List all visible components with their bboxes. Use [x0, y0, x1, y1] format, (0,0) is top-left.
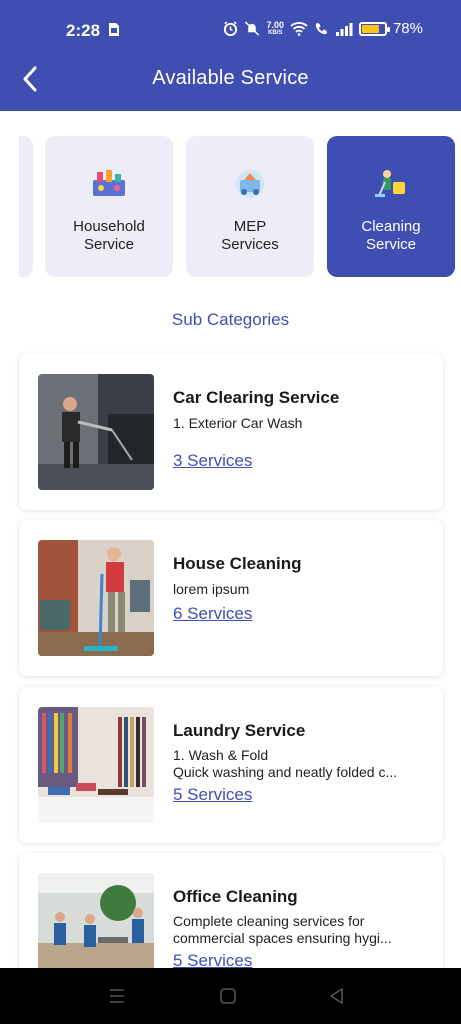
service-count-link[interactable]: 6 Services — [173, 604, 252, 624]
service-description: commercial spaces ensuring hygi... — [173, 930, 392, 946]
battery-percent: 78% — [392, 20, 423, 37]
speed-value: 7.00 — [266, 19, 284, 30]
service-image — [38, 540, 154, 656]
category-label: MEP Services — [221, 218, 279, 253]
category-label: Cleaning Service — [361, 218, 421, 253]
status-bar: 2:28 7.00 KB/S 78% — [0, 0, 461, 47]
service-description: 1. Exterior Car Wash — [173, 415, 303, 431]
service-description: Quick washing and neatly folded c... — [173, 764, 398, 780]
network-speed: 7.00 KB/S — [266, 19, 284, 37]
category-card-mep[interactable]: MEP Services — [186, 136, 314, 277]
wifi-icon — [290, 21, 308, 36]
service-card-laundry[interactable]: Laundry Service 1. Wash & Fold Quick was… — [19, 687, 443, 843]
sub-categories-heading: Sub Categories — [171, 310, 290, 329]
service-title: Car Clearing Service — [173, 388, 340, 407]
service-card-car[interactable]: Car Clearing Service 1. Exterior Car Was… — [19, 354, 443, 510]
mute-icon — [245, 21, 260, 36]
signal-icon — [335, 22, 353, 36]
wifi-calling-icon — [315, 22, 328, 35]
service-count-link[interactable]: 3 Services — [173, 451, 252, 471]
speed-unit: KB/S — [268, 29, 283, 36]
service-title: Laundry Service — [173, 721, 306, 740]
cleaning-icon — [375, 170, 405, 197]
alarm-icon — [224, 21, 238, 36]
page-title: Available Service — [152, 67, 309, 89]
system-nav-bar — [0, 968, 461, 1024]
service-title: Office Cleaning — [173, 887, 298, 906]
service-image — [38, 374, 154, 490]
service-description: 1. Wash & Fold — [173, 747, 269, 763]
back-nav-icon[interactable] — [327, 986, 347, 1006]
category-card-cleaning[interactable]: Cleaning Service — [327, 136, 455, 277]
status-time: 2:28 — [66, 21, 101, 40]
service-description: lorem ipsum — [173, 581, 250, 597]
household-icon — [93, 170, 125, 196]
category-card-partial[interactable] — [19, 136, 33, 277]
menu-icon[interactable] — [107, 986, 127, 1006]
service-title: House Cleaning — [173, 554, 302, 573]
category-label: Household Service — [73, 218, 145, 253]
home-icon[interactable] — [218, 986, 238, 1006]
service-count-link[interactable]: 5 Services — [173, 785, 252, 805]
category-card-household[interactable]: Household Service — [45, 136, 173, 277]
category-carousel[interactable]: Household Service MEP Services Cleaning … — [0, 136, 461, 278]
service-image — [38, 707, 154, 823]
battery-icon — [358, 21, 390, 36]
battery-level — [361, 24, 380, 33]
app-bar: Available Service — [0, 47, 461, 111]
mep-icon — [236, 170, 264, 198]
sim-card-icon — [109, 23, 119, 36]
service-card-house[interactable]: House Cleaning lorem ipsum 6 Services — [19, 520, 443, 676]
status-icons: 7.00 KB/S 78% — [223, 20, 423, 37]
service-description: Complete cleaning services for — [173, 913, 365, 929]
